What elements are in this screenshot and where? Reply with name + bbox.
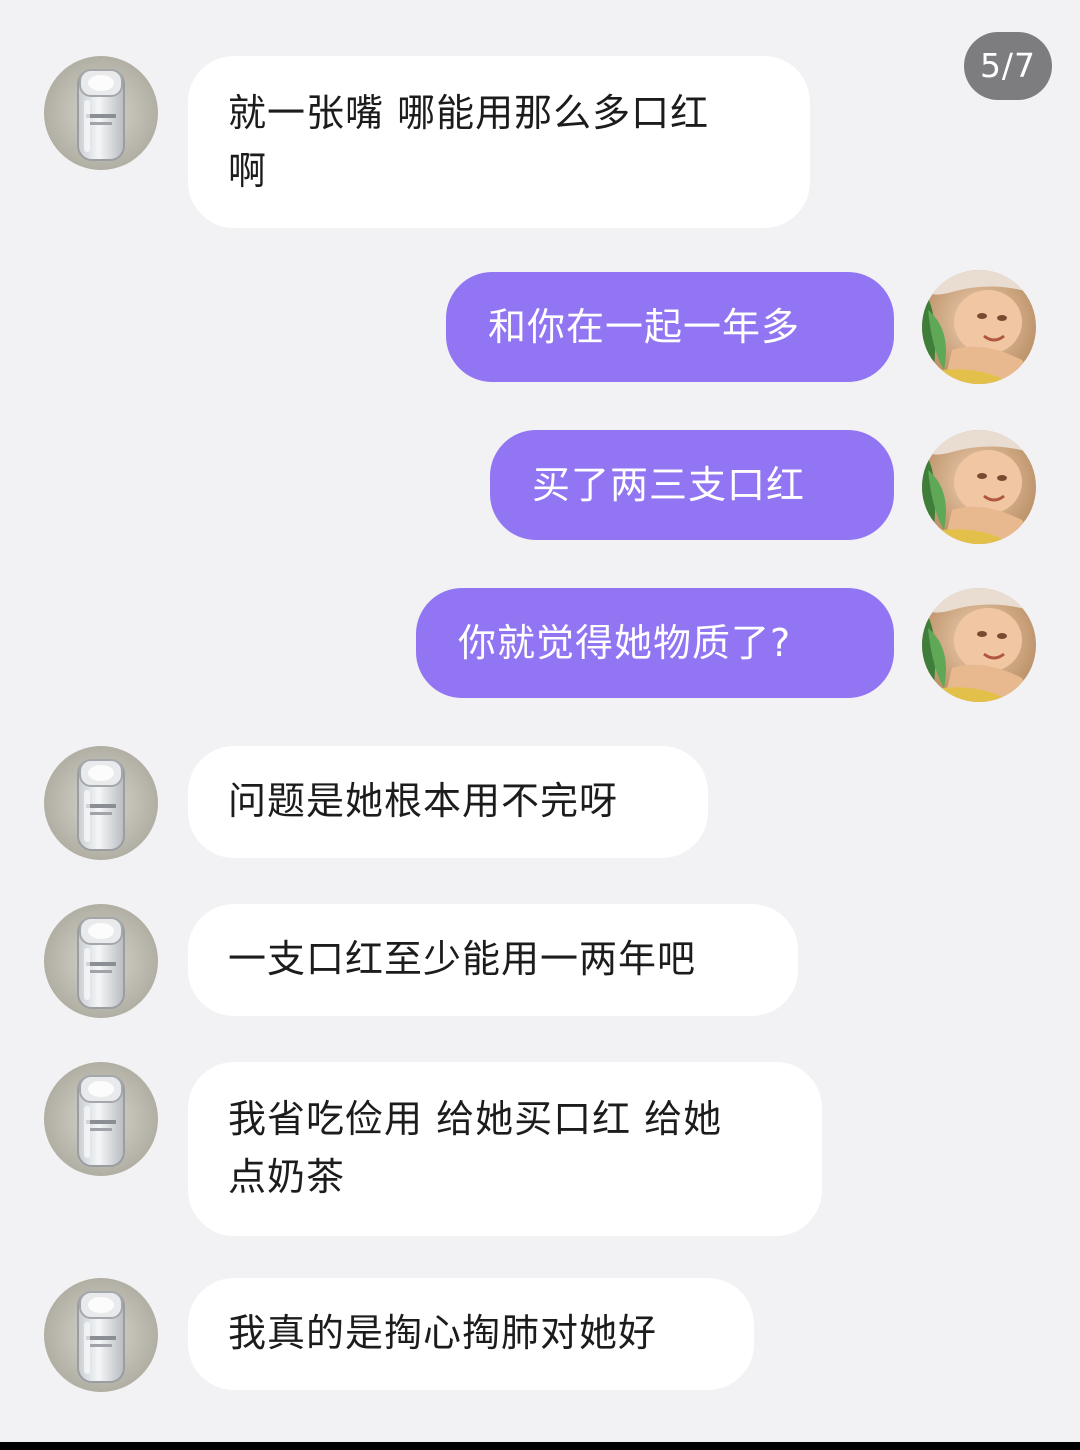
contact-avatar[interactable]	[44, 746, 158, 860]
message-text-line: 买了两三支口红	[532, 463, 806, 507]
chat-screen[interactable]: 5/7 就一张嘴 哪能用那么多口红 啊 和你在一起一年多 买了两三支口红 你就觉…	[0, 0, 1080, 1442]
contact-avatar[interactable]	[44, 1278, 158, 1392]
message-text-line: 一支口红至少能用一两年吧	[228, 937, 697, 981]
message-bubble-incoming[interactable]: 一支口红至少能用一两年吧	[188, 904, 798, 1016]
message-bubble-incoming[interactable]: 我省吃俭用 给她买口红 给她 点奶茶	[188, 1062, 822, 1236]
page-indicator-badge: 5/7	[964, 32, 1052, 100]
message-bubble-outgoing[interactable]: 你就觉得她物质了?	[416, 588, 894, 698]
my-avatar[interactable]	[922, 430, 1036, 544]
message-bubble-incoming[interactable]: 我真的是掏心掏肺对她好	[188, 1278, 754, 1390]
bottle-avatar-icon	[44, 56, 158, 170]
message-text-line: 我真的是掏心掏肺对她好	[228, 1311, 658, 1355]
message-text-line: 你就觉得她物质了?	[458, 621, 792, 665]
message-text-line: 和你在一起一年多	[488, 305, 801, 349]
message-bubble-outgoing[interactable]: 买了两三支口红	[490, 430, 894, 540]
message-text-line: 就一张嘴 哪能用那么多口红	[228, 91, 710, 135]
bottle-avatar-icon	[44, 1062, 158, 1176]
baby-photo-avatar-icon	[922, 430, 1036, 544]
message-text-line: 我省吃俭用 给她买口红 给她	[228, 1097, 723, 1141]
message-bubble-incoming[interactable]: 问题是她根本用不完呀	[188, 746, 708, 858]
contact-avatar[interactable]	[44, 56, 158, 170]
message-text-line: 啊	[228, 149, 268, 193]
my-avatar[interactable]	[922, 270, 1036, 384]
message-text-line: 点奶茶	[228, 1155, 346, 1199]
contact-avatar[interactable]	[44, 904, 158, 1018]
bottle-avatar-icon	[44, 746, 158, 860]
message-bubble-outgoing[interactable]: 和你在一起一年多	[446, 272, 894, 382]
message-bubble-incoming[interactable]: 就一张嘴 哪能用那么多口红 啊	[188, 56, 810, 228]
baby-photo-avatar-icon	[922, 270, 1036, 384]
my-avatar[interactable]	[922, 588, 1036, 702]
message-text-line: 问题是她根本用不完呀	[228, 779, 619, 823]
bottle-avatar-icon	[44, 904, 158, 1018]
bottle-avatar-icon	[44, 1278, 158, 1392]
baby-photo-avatar-icon	[922, 588, 1036, 702]
contact-avatar[interactable]	[44, 1062, 158, 1176]
